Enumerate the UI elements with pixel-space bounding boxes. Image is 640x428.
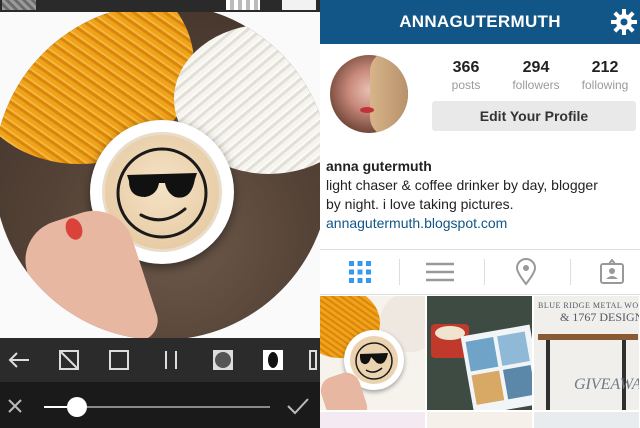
- followers-stat[interactable]: 294 followers: [496, 59, 576, 92]
- post-caption-line: BLUE RIDGE METAL WOR: [538, 301, 639, 310]
- photo-prints-image: [460, 324, 532, 410]
- grid-post-thumbnail[interactable]: [427, 412, 532, 428]
- parallel-lines-icon: [165, 351, 177, 369]
- profile-website-link[interactable]: annagutermuth.blogspot.com: [326, 214, 638, 233]
- tagged-photos-icon: [600, 259, 624, 284]
- slider-thumb[interactable]: [67, 397, 87, 417]
- filter-thumbnail[interactable]: [282, 0, 316, 10]
- gear-icon: [611, 9, 637, 35]
- list-view-icon: [426, 262, 454, 282]
- photo-canvas[interactable]: [0, 12, 320, 338]
- photo-editor-panel: [0, 0, 320, 428]
- table-leg-image: [546, 340, 550, 410]
- more-tools-button[interactable]: [306, 345, 320, 375]
- filter-strip: [0, 0, 320, 12]
- grid-post-thumbnail[interactable]: [320, 412, 425, 428]
- post-caption-line: GIVEAWA: [574, 376, 639, 393]
- slider-fill: [44, 406, 67, 408]
- editor-toolbar: [0, 338, 320, 382]
- table-leg-image: [622, 340, 626, 410]
- profile-username: ANNAGUTERMUTH: [399, 12, 561, 31]
- profile-tabs: [320, 249, 640, 295]
- back-arrow-button[interactable]: [4, 345, 34, 375]
- posts-stat[interactable]: 366 posts: [426, 59, 506, 92]
- editor-bottombar: [0, 382, 320, 428]
- diagonal-crop-icon: [59, 350, 79, 370]
- partial-tool-icon: [309, 350, 317, 370]
- filter-thumbnail[interactable]: [226, 0, 260, 10]
- photo-grid: BLUE RIDGE METAL WOR & 1767 DESIGN GIVEA…: [320, 296, 640, 428]
- back-arrow-icon: [8, 352, 29, 368]
- posts-label: posts: [451, 78, 481, 92]
- confirm-button[interactable]: [286, 397, 310, 415]
- followers-count: 294: [522, 59, 550, 76]
- grid-post-thumbnail[interactable]: [534, 412, 639, 428]
- avatar-lips: [360, 107, 374, 113]
- tab-tagged-photos[interactable]: [572, 250, 640, 294]
- grid-view-icon: [349, 261, 371, 283]
- bio-line: by night. i love taking pictures.: [326, 196, 514, 212]
- profile-bio: anna gutermuth light chaser & coffee dri…: [326, 157, 638, 233]
- checkmark-icon: [287, 398, 309, 415]
- grid-post-thumbnail[interactable]: [427, 296, 532, 410]
- bio-line: light chaser & coffee drinker by day, bl…: [326, 177, 598, 193]
- grid-post-thumbnail[interactable]: BLUE RIDGE METAL WOR & 1767 DESIGN GIVEA…: [534, 296, 639, 410]
- tab-divider: [484, 259, 485, 285]
- profile-full-name: anna gutermuth: [326, 158, 432, 174]
- oval-vignette-icon: [263, 350, 283, 370]
- profile-avatar[interactable]: [330, 55, 408, 133]
- following-label: following: [581, 78, 629, 92]
- instagram-profile-panel: ANNAGUTERMUTH 366 posts 294 followers 21…: [320, 0, 640, 428]
- vignette-strength-slider[interactable]: [44, 397, 270, 417]
- following-count: 212: [591, 59, 619, 76]
- parallel-lines-button[interactable]: [156, 345, 186, 375]
- circle-vignette-button[interactable]: [208, 345, 238, 375]
- square-frame-button[interactable]: [104, 345, 134, 375]
- tab-grid-view[interactable]: [320, 250, 400, 294]
- location-pin-icon: [515, 258, 537, 286]
- grid-post-thumbnail[interactable]: [320, 296, 425, 410]
- edit-profile-button[interactable]: Edit Your Profile: [432, 101, 636, 131]
- cancel-button[interactable]: [6, 397, 24, 415]
- circle-vignette-icon: [213, 350, 233, 370]
- tab-location[interactable]: [486, 250, 566, 294]
- following-stat[interactable]: 212 following: [565, 59, 640, 92]
- diagonal-crop-button[interactable]: [54, 345, 84, 375]
- close-icon: [8, 399, 22, 413]
- avatar-hair: [370, 55, 408, 133]
- oval-vignette-button[interactable]: [258, 345, 288, 375]
- filter-thumbnail[interactable]: [2, 0, 36, 10]
- settings-button[interactable]: [610, 8, 638, 36]
- tab-list-view[interactable]: [400, 250, 480, 294]
- square-frame-icon: [109, 350, 129, 370]
- tab-divider: [570, 259, 571, 285]
- post-caption-line: & 1767 DESIGN: [560, 310, 639, 324]
- profile-header: ANNAGUTERMUTH: [320, 0, 640, 44]
- followers-label: followers: [512, 78, 560, 92]
- posts-count: 366: [452, 59, 480, 76]
- circular-crop-preview[interactable]: [0, 12, 320, 338]
